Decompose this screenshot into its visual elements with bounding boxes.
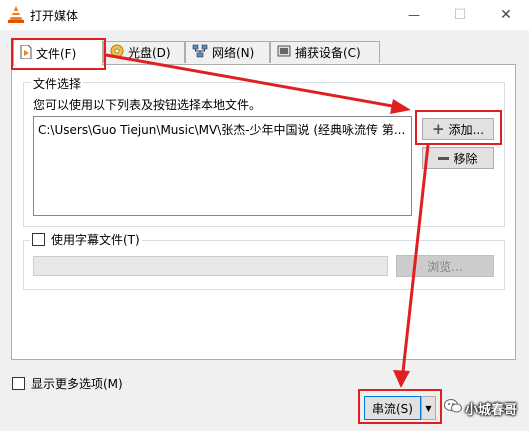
tab-network[interactable]: 网络(N) — [185, 41, 270, 63]
network-icon — [192, 44, 208, 61]
tab-capture[interactable]: 捕获设备(C) — [270, 41, 380, 63]
subtitle-legend: 使用字幕文件(T) — [30, 231, 142, 248]
close-button[interactable]: ✕ — [483, 0, 529, 30]
maximize-button[interactable]: ☐ — [437, 0, 483, 30]
tab-network-label: 网络(N) — [212, 46, 255, 60]
tab-disc-label: 光盘(D) — [128, 46, 171, 60]
capture-device-icon — [277, 44, 291, 61]
watermark: 小城春哥 — [444, 398, 517, 418]
file-selection-hint: 您可以使用以下列表及按钮选择本地文件。 — [33, 98, 262, 112]
minus-icon — [438, 156, 450, 160]
subtitle-checkbox-label: 使用字幕文件(T) — [51, 233, 140, 247]
file-selection-legend: 文件选择 — [31, 75, 84, 92]
minimize-icon: — — [408, 8, 420, 22]
close-icon: ✕ — [500, 7, 512, 23]
tab-disc[interactable]: 光盘(D) — [103, 41, 185, 63]
annotation-box-file-tab — [11, 38, 106, 70]
file-list[interactable]: C:\Users\Guo Tiejun\Music\MV\张杰-少年中国说 (经… — [33, 116, 412, 216]
browse-button-label: 浏览... — [427, 259, 463, 274]
browse-button: 浏览... — [396, 255, 494, 277]
annotation-box-add-button — [415, 110, 502, 145]
show-more-label: 显示更多选项(M) — [31, 377, 123, 391]
show-more-checkbox[interactable] — [12, 377, 25, 390]
window-title: 打开媒体 — [30, 9, 79, 23]
wechat-icon — [444, 398, 462, 418]
arrow-head-stream — [393, 370, 410, 388]
subtitle-checkbox[interactable] — [32, 233, 45, 246]
remove-button[interactable]: 移除 — [422, 147, 494, 169]
subtitle-path-field — [33, 256, 388, 276]
show-more-options[interactable]: 显示更多选项(M) — [12, 375, 123, 392]
disc-icon — [110, 44, 124, 61]
list-item[interactable]: C:\Users\Guo Tiejun\Music\MV\张杰-少年中国说 (经… — [38, 121, 409, 138]
watermark-text: 小城春哥 — [465, 402, 518, 418]
maximize-icon: ☐ — [453, 7, 467, 23]
remove-button-label: 移除 — [453, 151, 478, 166]
minimize-button[interactable]: — — [391, 0, 437, 30]
annotation-box-stream-button — [358, 389, 442, 424]
vlc-cone-icon — [8, 6, 24, 23]
tab-capture-label: 捕获设备(C) — [295, 46, 361, 60]
